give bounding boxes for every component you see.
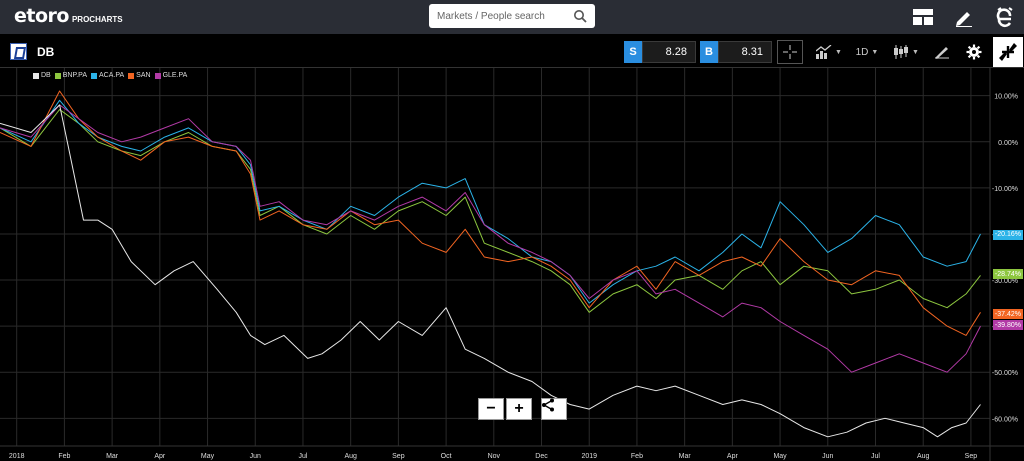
pencil-draw-icon[interactable] <box>952 5 976 29</box>
drawing-tool-icon <box>935 47 949 59</box>
interval-selector[interactable]: 1D ▼ <box>853 40 881 64</box>
buy-price: 8.31 <box>718 41 772 63</box>
drawing-tools-button[interactable] <box>930 40 954 64</box>
sell-tag: S <box>624 41 642 63</box>
share-button[interactable] <box>541 398 567 420</box>
x-tick-label: Jul <box>871 453 880 460</box>
y-tick-label: 0.00% <box>998 140 1018 147</box>
search-icon[interactable] <box>573 9 587 23</box>
x-tick-label: May <box>201 453 215 460</box>
x-tick-label: Mar <box>679 453 692 460</box>
legend-label: GLE.PA <box>162 72 188 79</box>
legend-item[interactable]: GLE.PA <box>154 72 188 79</box>
y-tick-label: -10.00% <box>992 186 1018 193</box>
x-tick-label: Apr <box>727 453 739 460</box>
sell-button[interactable]: S 8.28 <box>624 41 696 63</box>
price-chart[interactable]: 10.00%0.00%-10.00%-20.00%-30.00%-40.00%-… <box>0 68 1024 461</box>
x-tick-label: Feb <box>58 453 70 460</box>
zoom-in-button[interactable]: + <box>506 398 532 420</box>
logo-main-text: etoro <box>14 5 69 27</box>
x-tick-label: Dec <box>535 453 548 460</box>
legend-label: DB <box>41 72 51 79</box>
last-value-badge: -20.16% <box>992 229 1023 240</box>
etoro-logo[interactable]: etoro PROCHARTS <box>14 5 123 29</box>
zoom-out-button[interactable]: − <box>478 398 504 420</box>
last-value-badge: -39.80% <box>992 320 1023 331</box>
y-tick-label: -50.00% <box>992 370 1018 377</box>
x-tick-label: Jul <box>298 453 307 460</box>
x-tick-label: Sep <box>965 453 978 460</box>
line-chart-icon <box>816 45 832 59</box>
buy-tag: B <box>700 41 718 63</box>
legend-swatch <box>91 72 97 79</box>
zoom-controls: − + <box>478 398 532 420</box>
legend-swatch <box>154 72 161 79</box>
legend-swatch <box>54 72 61 79</box>
series-line-san <box>0 90 981 336</box>
last-value-badge: -37.42% <box>992 309 1023 320</box>
buy-button[interactable]: B 8.31 <box>700 41 772 63</box>
x-tick-label: Aug <box>344 453 357 460</box>
last-value-badge: -28.74% <box>992 269 1023 280</box>
chart-type-button[interactable]: ▼ <box>814 40 844 64</box>
x-tick-label: Oct <box>441 453 452 460</box>
legend-item[interactable]: DB <box>33 72 51 79</box>
candlestick-icon <box>894 45 909 59</box>
chevron-down-icon: ▼ <box>835 48 842 56</box>
candles-button[interactable]: ▼ <box>891 40 921 64</box>
sell-price: 8.28 <box>642 41 696 63</box>
gear-icon <box>966 44 982 60</box>
instrument-logo-icon <box>10 43 27 60</box>
x-tick-label: Mar <box>106 453 119 460</box>
search-box[interactable] <box>429 4 595 28</box>
x-tick-label: Nov <box>488 453 501 460</box>
x-tick-label: 2019 <box>581 453 597 460</box>
legend-swatch <box>33 72 39 79</box>
legend-item[interactable]: BNP.PA <box>54 72 87 79</box>
legend-item[interactable]: ACA.PA <box>91 72 124 79</box>
x-tick-label: Apr <box>154 453 166 460</box>
legend-label: SAN <box>136 72 151 79</box>
share-icon <box>542 398 554 412</box>
series-line-gle-pa <box>0 104 981 373</box>
y-tick-label: 10.00% <box>994 94 1018 101</box>
crosshair-icon <box>783 45 797 59</box>
chevron-down-icon: ▼ <box>871 48 879 56</box>
chart-toolbar: DB S 8.28 B 8.31 ▼ 1D ▼ ▼ <box>0 36 1024 68</box>
collapse-arrows-icon <box>999 43 1017 61</box>
legend-label: ACA.PA <box>99 72 125 79</box>
top-nav-bar: etoro PROCHARTS <box>0 0 1024 34</box>
x-tick-label: Aug <box>917 453 930 460</box>
logo-sub-text: PROCHARTS <box>71 15 123 24</box>
settings-button[interactable] <box>962 40 986 64</box>
legend-label: BNP.PA <box>62 72 87 79</box>
chevron-down-icon: ▼ <box>912 48 919 56</box>
x-tick-label: Sep <box>392 453 405 460</box>
x-tick-label: Feb <box>631 453 643 460</box>
series-line-aca-pa <box>0 99 981 304</box>
instrument-symbol: DB <box>37 45 55 59</box>
x-tick-label: Jun <box>822 453 833 460</box>
etoro-e-icon[interactable] <box>993 5 1017 29</box>
share-control <box>541 398 567 420</box>
y-tick-label: -60.00% <box>992 416 1018 423</box>
x-tick-label: 2018 <box>9 453 25 460</box>
chart-legend: DB BNP.PA ACA.PA SAN GLE.PA <box>33 72 187 79</box>
legend-swatch <box>128 72 135 79</box>
interval-label: 1D <box>855 46 869 58</box>
crosshair-button[interactable] <box>777 40 803 64</box>
layout-icon[interactable] <box>911 5 935 29</box>
x-tick-label: May <box>773 453 787 460</box>
legend-item[interactable]: SAN <box>128 72 151 79</box>
series-line-bnp-pa <box>0 109 981 313</box>
search-input[interactable] <box>437 7 572 25</box>
collapse-fullscreen-button[interactable] <box>993 37 1023 67</box>
x-tick-label: Jun <box>250 453 261 460</box>
